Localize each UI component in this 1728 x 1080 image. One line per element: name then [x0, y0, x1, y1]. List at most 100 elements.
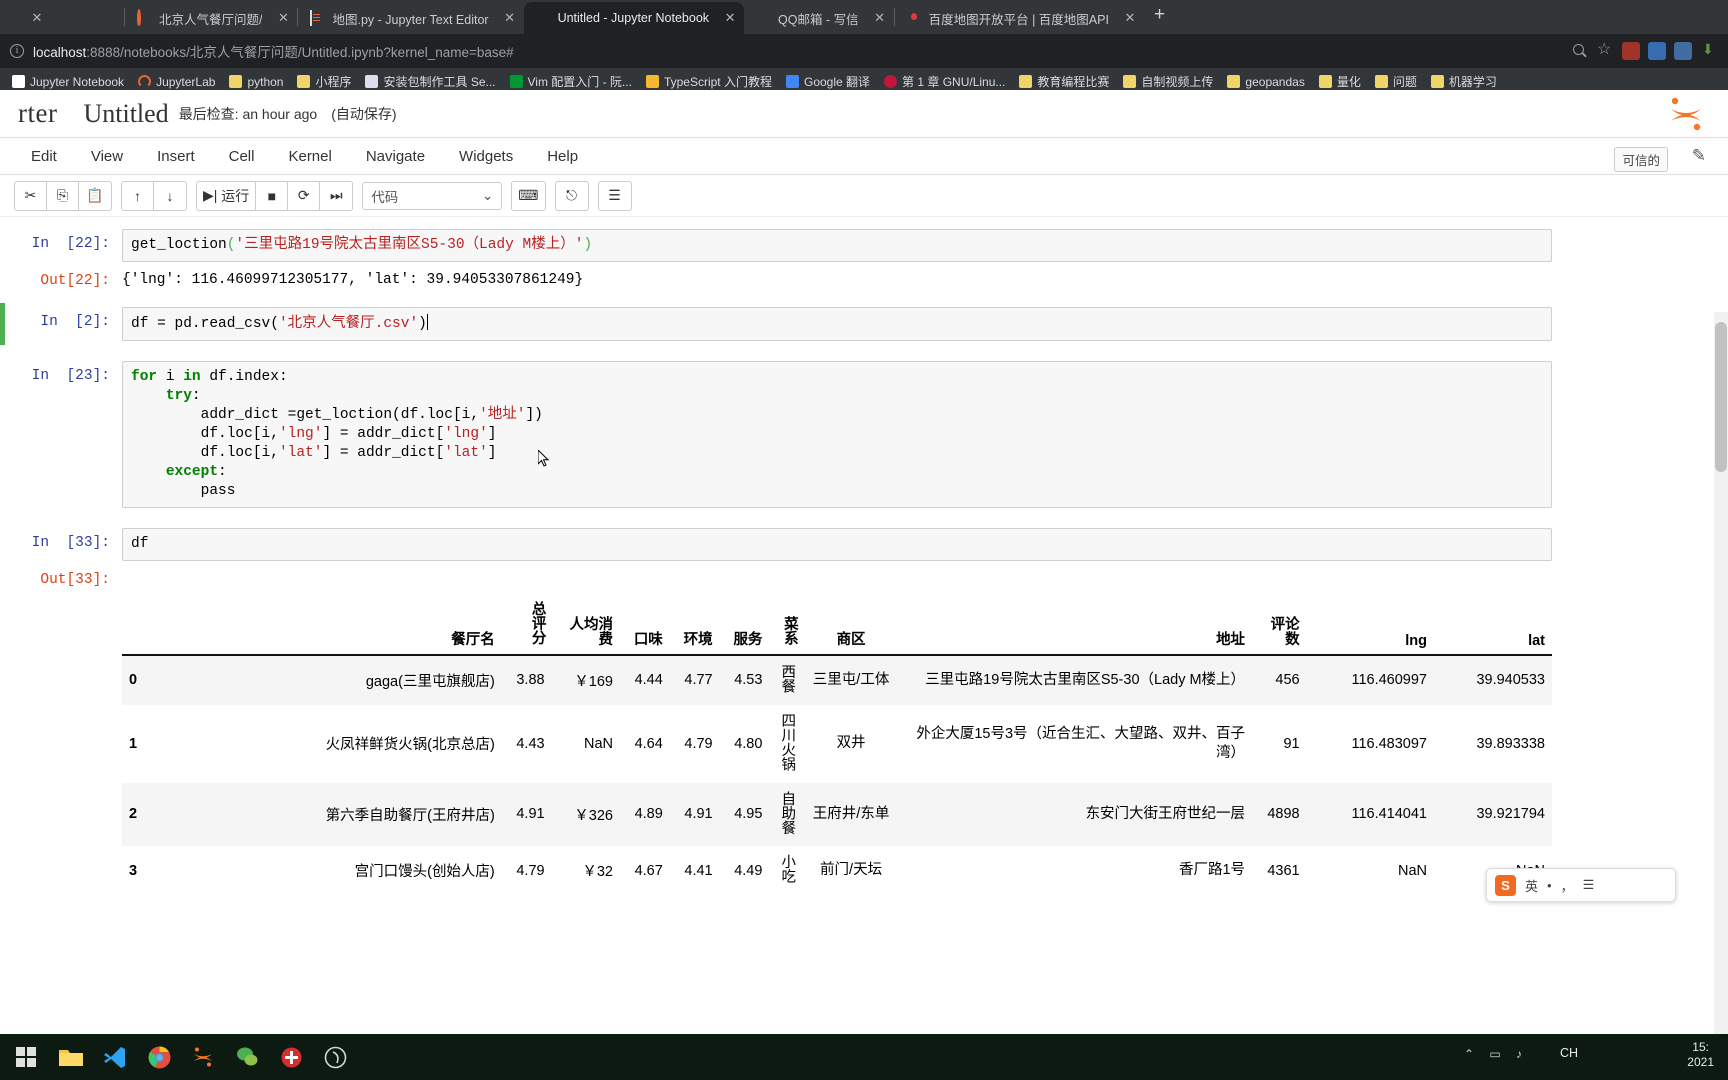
music-icon[interactable]: [316, 1038, 354, 1076]
tab-close-icon[interactable]: ✕: [29, 10, 45, 26]
tab-3-active[interactable]: Untitled - Jupyter Notebook ✕: [523, 2, 745, 34]
download-icon[interactable]: [1700, 41, 1718, 60]
bookmark-quant[interactable]: 量化: [1313, 71, 1367, 92]
edit-pencil-icon[interactable]: ✎: [1692, 146, 1706, 166]
tab-4[interactable]: QQ邮箱 - 写信 ✕: [744, 2, 894, 34]
system-tray-icons[interactable]: ⌃ ▭ ♪: [1464, 1047, 1528, 1061]
taskbar-clock[interactable]: 15: 2021: [1687, 1040, 1714, 1070]
cell-type-value: 代码: [371, 189, 399, 205]
table-of-contents-button[interactable]: ☰: [599, 182, 631, 210]
wechat-icon[interactable]: [228, 1038, 266, 1076]
scrollbar-thumb[interactable]: [1715, 322, 1727, 472]
trusted-badge[interactable]: 可信的: [1614, 147, 1668, 172]
ime-menu-icon[interactable]: ☰: [1583, 877, 1595, 893]
extension-blue-icon[interactable]: [1648, 42, 1666, 60]
menu-edit[interactable]: Edit: [14, 148, 74, 165]
paste-button[interactable]: 📋: [79, 182, 111, 210]
bookmark-gnu-linux[interactable]: 第 1 章 GNU/Linu...: [878, 71, 1011, 92]
restart-run-all-button[interactable]: ⏭: [320, 182, 352, 210]
start-icon[interactable]: [8, 1038, 46, 1076]
tab-close-icon[interactable]: ✕: [275, 10, 291, 26]
col-taste: 口味: [620, 596, 670, 656]
bookmark-google-translate[interactable]: Google 翻译: [780, 71, 876, 92]
cell-type-select[interactable]: 代码 ⌄: [362, 181, 503, 210]
tab-close-icon[interactable]: ✕: [1122, 10, 1138, 26]
cell-source[interactable]: df: [122, 528, 1552, 561]
cell-environment: 4.41: [684, 862, 713, 879]
ime-language-indicator[interactable]: CH: [1560, 1046, 1578, 1060]
cell-taste: 4.44: [634, 672, 663, 688]
menu-view[interactable]: View: [74, 148, 140, 165]
code-cell-2-selected[interactable]: In [2]: df = pd.read_csv('北京人气餐厅.csv'): [0, 303, 1728, 345]
menu-insert[interactable]: Insert: [140, 148, 212, 165]
menu-cell[interactable]: Cell: [212, 148, 272, 165]
bookmark-label: 量化: [1336, 75, 1361, 89]
cell-district: 前门/天坛: [820, 862, 883, 879]
menu-navigate[interactable]: Navigate: [349, 148, 442, 165]
new-tab-button[interactable]: +: [1144, 4, 1175, 30]
bookmark-xiaochengxu[interactable]: 小程序: [291, 71, 357, 92]
output-prompt: Out[22]:: [40, 273, 110, 289]
page-scrollbar[interactable]: [1714, 312, 1728, 1034]
bookmark-vim[interactable]: Vim 配置入门 - 阮...: [504, 71, 638, 92]
address-bar[interactable]: i localhost:8888/notebooks/北京人气餐厅问题/Unti…: [10, 38, 1562, 64]
keyboard-shortcut-button[interactable]: ⌨: [512, 182, 544, 210]
menu-kernel[interactable]: Kernel: [271, 148, 348, 165]
cut-button[interactable]: ✂: [15, 181, 47, 210]
tab-close-icon[interactable]: ✕: [502, 10, 518, 26]
cell-restaurant-name: gaga(三里屯旗舰店): [365, 673, 495, 690]
cell-source[interactable]: get_loction('三里屯路19号院太古里南区S5-30（Lady M楼上…: [122, 229, 1552, 262]
run-button[interactable]: ▶| 运行: [197, 181, 257, 210]
move-down-button[interactable]: ↓: [154, 182, 186, 210]
bookmark-wenti[interactable]: 问题: [1369, 71, 1423, 92]
cell-source-text: for i in df.index: try: addr_dict =get_l…: [131, 369, 543, 499]
cell-source[interactable]: df = pd.read_csv('北京人气餐厅.csv'): [122, 307, 1552, 341]
restart-kernel-button[interactable]: ⟳: [288, 181, 321, 210]
toolbar-group-move: ↑ ↓: [121, 180, 187, 211]
vscode-icon[interactable]: [96, 1038, 134, 1076]
checkpoint-time: an hour ago: [242, 105, 318, 122]
extension-cast-icon[interactable]: [1674, 42, 1692, 60]
bookmark-video-upload[interactable]: 自制视频上传: [1117, 71, 1219, 92]
menu-help[interactable]: Help: [530, 148, 595, 165]
cell-source[interactable]: for i in df.index: try: addr_dict =get_l…: [122, 361, 1552, 508]
file-explorer-icon[interactable]: [52, 1038, 90, 1076]
copy-button[interactable]: ⎘: [47, 181, 79, 210]
bookmark-jupyter-notebook[interactable]: Jupyter Notebook: [6, 73, 130, 91]
tab-5[interactable]: 百度地图开放平台 | 百度地图API ✕: [895, 2, 1144, 34]
menu-widgets[interactable]: Widgets: [442, 148, 530, 165]
ime-dot-icon[interactable]: •: [1547, 878, 1552, 893]
pdf-icon[interactable]: [272, 1038, 310, 1076]
site-info-icon[interactable]: i: [10, 44, 24, 58]
bookmark-setup-tool[interactable]: 安装包制作工具 Se...: [359, 71, 501, 92]
extension-red-icon[interactable]: [1622, 42, 1640, 60]
bookmark-geopandas[interactable]: geopandas: [1221, 73, 1310, 91]
bookmark-star-icon[interactable]: [1596, 39, 1614, 60]
ime-mode-label[interactable]: 英: [1525, 876, 1538, 895]
interrupt-button[interactable]: ■: [256, 181, 289, 210]
bookmark-jupyterlab[interactable]: JupyterLab: [132, 73, 221, 91]
tab-close-icon[interactable]: ✕: [722, 10, 738, 26]
sogou-ime-floater[interactable]: S 英 • ， ☰: [1486, 868, 1676, 902]
col-lng: lng: [1306, 596, 1434, 656]
jupyter-icon[interactable]: [184, 1038, 222, 1076]
bookmark-machine-learning[interactable]: 机器学习: [1425, 71, 1503, 92]
cell-total-score: 4.43: [516, 735, 545, 752]
bookmark-python[interactable]: python: [223, 73, 289, 91]
tab-2[interactable]: 地图.py - Jupyter Text Editor ✕: [298, 2, 523, 34]
code-cell-33[interactable]: In [33]: df: [0, 524, 1728, 565]
tab-close-icon[interactable]: ✕: [872, 10, 888, 26]
git-button[interactable]: ⎋: [556, 182, 588, 210]
code-cell-23[interactable]: In [23]: for i in df.index: try: addr_di…: [0, 357, 1728, 512]
chrome-icon[interactable]: [140, 1038, 178, 1076]
cell-address: 香厂路1号: [1178, 862, 1246, 879]
notebook-title[interactable]: Untitled: [83, 99, 168, 129]
ime-comma-icon[interactable]: ，: [1561, 876, 1574, 895]
tab-1[interactable]: 北京人气餐厅问题/ ✕: [125, 2, 297, 34]
bookmark-edu-contest[interactable]: 教育编程比赛: [1013, 71, 1115, 92]
code-cell-22[interactable]: In [22]: get_loction('三里屯路19号院太古里南区S5-30…: [0, 225, 1728, 266]
bookmark-typescript[interactable]: TypeScript 入门教程: [640, 71, 778, 92]
move-up-button[interactable]: ↑: [122, 181, 154, 210]
tab-0[interactable]: ✕: [4, 2, 124, 34]
zoom-search-icon[interactable]: [1570, 42, 1588, 60]
